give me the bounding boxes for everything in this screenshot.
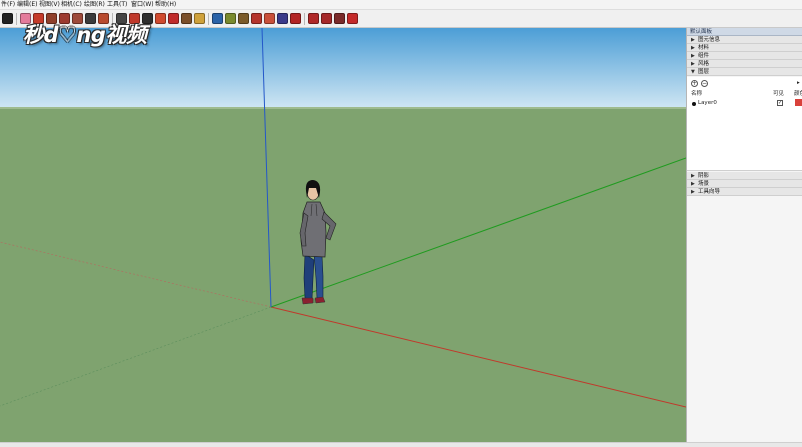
pan-hand-icon[interactable] [264, 13, 275, 24]
expand-triangle-icon: ▼ [691, 69, 695, 75]
text-label-icon[interactable] [212, 13, 223, 24]
delete-layer-button[interactable]: − [701, 80, 708, 87]
section-label: 图层 [698, 69, 710, 75]
panel-title-bar[interactable]: 默认面板 [687, 28, 802, 36]
layer-name: Layer0 [698, 100, 717, 106]
axes-icon[interactable] [225, 13, 236, 24]
menu-window[interactable]: 窗口(W) [131, 1, 154, 9]
section-shadows[interactable]: ▶ 阴影 [687, 172, 802, 180]
section-entity-info[interactable]: ▶ 图元信息 [687, 36, 802, 44]
watermark-logo: 秒d♡ng视频 [23, 23, 147, 47]
active-layer-radio[interactable] [692, 102, 696, 106]
layers-panel-body: + − ▸ 名称 可见 颜色 Layer0 ✓ [687, 77, 802, 171]
collapse-triangle-icon: ▶ [691, 173, 695, 179]
layer-details-icon[interactable]: ▸ [797, 80, 800, 87]
layer-color-swatch[interactable] [795, 99, 802, 106]
collapse-triangle-icon: ▶ [691, 53, 695, 59]
select-arrow-icon[interactable] [2, 13, 13, 24]
menu-view[interactable]: 视图(V) [39, 1, 60, 9]
menu-draw[interactable]: 绘图(R) [84, 1, 105, 9]
section-materials[interactable]: ▶ 材料 [687, 44, 802, 52]
ground [0, 108, 686, 442]
layer-visible-checkbox[interactable]: ✓ [777, 100, 783, 106]
share-model-icon[interactable] [334, 13, 345, 24]
collapse-triangle-icon: ▶ [691, 181, 695, 187]
menu-tools[interactable]: 工具(T) [107, 1, 127, 9]
layers-col-visible: 可见 [773, 91, 785, 97]
layers-col-name: 名称 [691, 91, 703, 97]
zoom-icon[interactable] [277, 13, 288, 24]
section-label: 图元信息 [698, 37, 721, 43]
panel-title: 默认面板 [690, 29, 713, 35]
menu-camera[interactable]: 相机(C) [61, 1, 82, 9]
offset-icon[interactable] [168, 13, 179, 24]
section-label: 材料 [698, 45, 710, 51]
scale-icon[interactable] [155, 13, 166, 24]
sketchup-window: 件(F) 编辑(E) 视图(V) 相机(C) 绘图(R) 工具(T) 窗口(W)… [0, 0, 802, 447]
section-components[interactable]: ▶ 组件 [687, 52, 802, 60]
collapse-triangle-icon: ▶ [691, 189, 695, 195]
zoom-extents-icon[interactable] [290, 13, 301, 24]
collapse-triangle-icon: ▶ [691, 45, 695, 51]
viewport-canvas [0, 28, 686, 442]
orbit-icon[interactable] [251, 13, 262, 24]
section-label: 阴影 [698, 173, 710, 179]
section-styles[interactable]: ▶ 风格 [687, 60, 802, 68]
add-layer-button[interactable]: + [691, 80, 698, 87]
warehouse-icon[interactable] [308, 13, 319, 24]
tape-measure-icon[interactable] [194, 13, 205, 24]
drawing-viewport[interactable] [0, 28, 686, 442]
follow-me-icon[interactable] [181, 13, 192, 24]
layers-col-color: 颜色 [794, 91, 802, 97]
menu-edit[interactable]: 编辑(E) [17, 1, 37, 9]
section-label: 场景 [698, 181, 710, 187]
collapse-triangle-icon: ▶ [691, 61, 695, 67]
section-layers[interactable]: ▼ 图层 [687, 68, 802, 76]
section-plane-icon[interactable] [238, 13, 249, 24]
status-bar [0, 442, 802, 447]
extension-icon[interactable] [321, 13, 332, 24]
section-label: 组件 [698, 53, 710, 59]
default-tray-panel: 默认面板 ▶ 图元信息 ▶ 材料 ▶ 组件 ▶ 风格 ▼ 图层 + − ▸ 名称… [686, 28, 802, 442]
toolbar-separator [16, 13, 17, 25]
section-instructor[interactable]: ▶ 工具向导 [687, 188, 802, 196]
section-label: 工具向导 [698, 189, 721, 195]
toolbar-separator [208, 13, 209, 25]
toolbar-separator [304, 13, 305, 25]
ruby-icon[interactable] [347, 13, 358, 24]
menu-help[interactable]: 帮助(H) [155, 1, 176, 9]
section-scenes[interactable]: ▶ 场景 [687, 180, 802, 188]
menu-bar: 件(F) 编辑(E) 视图(V) 相机(C) 绘图(R) 工具(T) 窗口(W)… [0, 0, 802, 10]
section-label: 风格 [698, 61, 710, 67]
collapse-triangle-icon: ▶ [691, 37, 695, 43]
menu-file[interactable]: 件(F) [1, 1, 15, 9]
